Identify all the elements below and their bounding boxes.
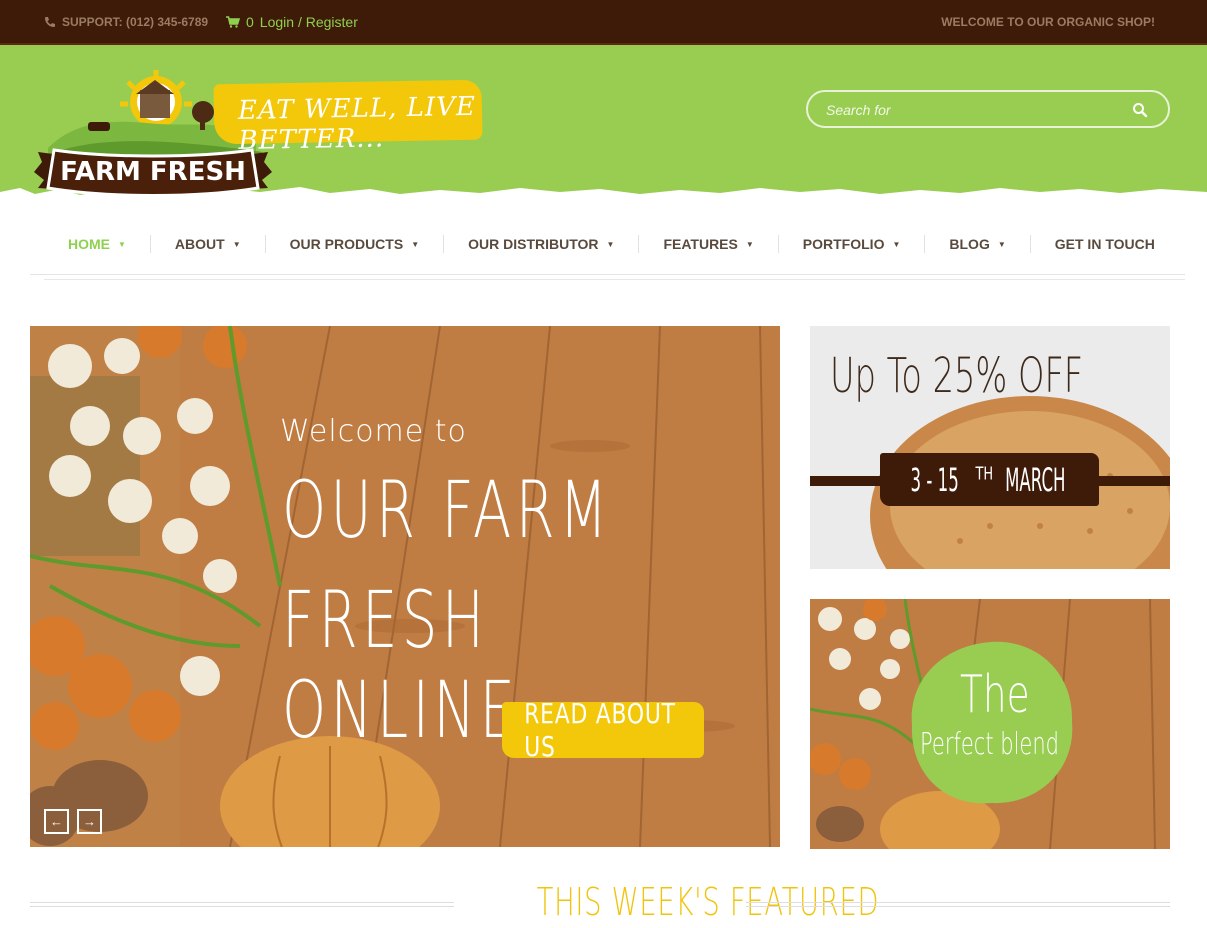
caret-down-icon: ▼ — [118, 239, 126, 249]
featured-rule-right — [746, 902, 1170, 907]
main-nav: HOME ▼ ABOUT ▼ OUR PRODUCTS ▼ OUR DISTRIBUT… — [44, 226, 1184, 262]
promo-sale-banner[interactable]: Up To 25% OFF 3 - 15 TH MARCH — [810, 326, 1170, 569]
nav-item-portfolio[interactable]: PORTFOLIO ▼ — [779, 235, 926, 253]
featured-title: THIS WEEK'S FEATURED — [470, 880, 879, 924]
search-icon[interactable] — [1132, 102, 1148, 118]
nav-item-label[interactable]: OUR PRODUCTS — [290, 236, 404, 252]
blend-subtitle: Perfect blend — [920, 727, 1059, 762]
cart-count[interactable]: 0 — [246, 14, 254, 30]
tagline-text: EAT WELL, LIVE BETTER... — [237, 91, 477, 156]
promo-blend-banner[interactable]: The Perfect blend — [810, 599, 1170, 849]
nav-item-label[interactable]: GET IN TOUCH — [1055, 236, 1155, 252]
hero-slider: Welcome to OUR FARM FRESH ONLINE READ AB… — [30, 326, 780, 847]
hero-welcome-text: Welcome to — [280, 414, 467, 449]
sale-date-badge: 3 - 15 TH MARCH — [880, 453, 1099, 506]
nav-divider — [30, 274, 1185, 275]
sale-month: MARCH — [1005, 460, 1066, 499]
caret-down-icon: ▼ — [606, 239, 615, 249]
read-about-us-button[interactable]: READ ABOUT US — [502, 697, 704, 763]
nav-item-our-products[interactable]: OUR PRODUCTS ▼ — [266, 235, 445, 253]
cart-login[interactable]: 0 Login / Register — [226, 14, 358, 30]
top-bar: SUPPORT: (012) 345-6789 0 Login / Regist… — [0, 0, 1207, 45]
phone-icon — [45, 17, 55, 27]
slider-next-arrow-icon[interactable]: → — [77, 809, 102, 834]
tagline-banner: EAT WELL, LIVE BETTER... — [213, 79, 483, 156]
nav-item-label[interactable]: FEATURES — [663, 236, 737, 252]
welcome-text: WELCOME TO OUR ORGANIC SHOP! — [941, 15, 1155, 29]
featured-section-heading: THIS WEEK'S FEATURED — [0, 876, 1207, 928]
login-register-link[interactable]: Login / Register — [260, 14, 358, 30]
search-box[interactable] — [806, 90, 1170, 128]
slider-prev-arrow-icon[interactable]: ← — [44, 809, 69, 834]
blend-the-text: The — [960, 665, 1030, 725]
nav-item-features[interactable]: FEATURES ▼ — [639, 235, 779, 253]
featured-rule-left — [30, 902, 454, 907]
nav-item-home[interactable]: HOME ▼ — [44, 235, 151, 253]
cart-icon[interactable] — [226, 16, 240, 28]
nav-item-label[interactable]: HOME — [68, 236, 110, 252]
caret-down-icon: ▼ — [232, 239, 241, 249]
nav-item-label[interactable]: PORTFOLIO — [803, 236, 885, 252]
caret-down-icon: ▼ — [997, 239, 1006, 249]
search-input[interactable] — [826, 99, 1126, 121]
caret-down-icon: ▼ — [745, 239, 754, 249]
nav-item-label[interactable]: BLOG — [949, 236, 989, 252]
caret-down-icon: ▼ — [892, 239, 901, 249]
support-text: SUPPORT: (012) 345-6789 — [62, 15, 209, 29]
nav-item-about[interactable]: ABOUT ▼ — [151, 235, 266, 253]
nav-item-label[interactable]: ABOUT — [175, 236, 225, 252]
support-info: SUPPORT: (012) 345-6789 — [44, 15, 208, 29]
nav-item-label[interactable]: OUR DISTRIBUTOR — [468, 236, 598, 252]
nav-item-get-in-touch[interactable]: GET IN TOUCH — [1031, 235, 1179, 253]
sale-date-suffix: TH — [975, 462, 994, 484]
nav-item-our-distributor[interactable]: OUR DISTRIBUTOR ▼ — [444, 235, 640, 253]
sale-headline: Up To 25% OFF — [830, 348, 1084, 404]
nav-item-blog[interactable]: BLOG ▼ — [925, 235, 1031, 253]
nav-divider — [44, 279, 1185, 280]
hero-headline-line-1: OUR FARM — [282, 466, 612, 556]
cta-label[interactable]: READ ABOUT US — [524, 697, 682, 763]
logo-text: FARM FRESH — [60, 157, 246, 187]
caret-down-icon: ▼ — [411, 239, 420, 249]
sale-date-range: 3 - 15 — [910, 460, 960, 499]
